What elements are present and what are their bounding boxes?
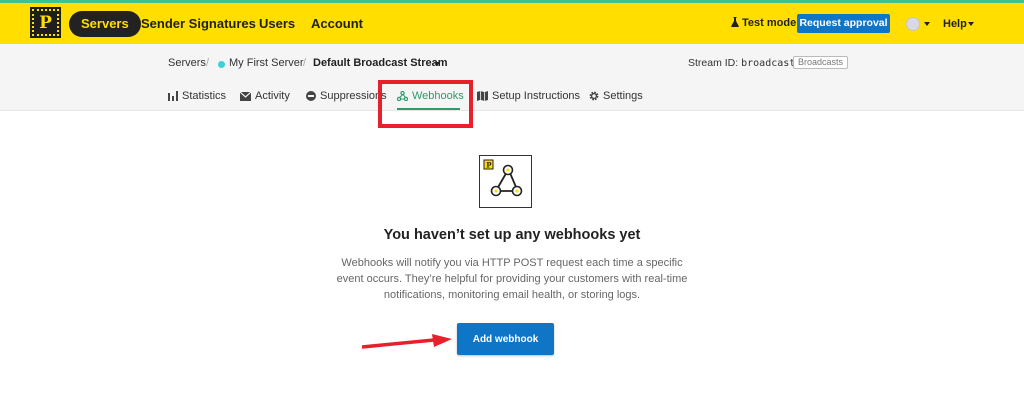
tab-settings[interactable]: Settings: [589, 90, 643, 102]
tab-suppressions[interactable]: Suppressions: [306, 90, 387, 102]
postmark-logo[interactable]: P: [30, 7, 61, 38]
tab-label: Settings: [603, 90, 643, 102]
tab-setup-instructions[interactable]: Setup Instructions: [477, 90, 580, 102]
breadcrumb-separator: /: [206, 57, 210, 69]
stream-type-badge: Broadcasts: [793, 56, 849, 69]
add-webhook-button[interactable]: Add webhook: [457, 323, 554, 355]
flask-icon: [731, 17, 739, 27]
nav-servers[interactable]: Servers: [69, 11, 141, 37]
chevron-down-icon[interactable]: [968, 22, 974, 26]
empty-state-title: You haven’t set up any webhooks yet: [383, 227, 641, 243]
top-navbar: P Servers Sender Signatures Users Accoun…: [0, 0, 1024, 44]
gear-icon: [589, 91, 599, 101]
tab-statistics[interactable]: Statistics: [168, 90, 226, 102]
tab-label: Activity: [255, 90, 290, 102]
webhook-illustration: P: [479, 155, 532, 208]
envelope-icon: [240, 91, 251, 101]
block-icon: [306, 91, 316, 101]
chevron-down-icon[interactable]: [434, 62, 440, 66]
breadcrumb-server[interactable]: My First Server: [229, 57, 304, 69]
test-mode-indicator[interactable]: Test mode: [731, 17, 796, 29]
stream-id-value: broadcast: [741, 58, 796, 69]
server-header: Servers / My First Server / Default Broa…: [0, 44, 1024, 111]
breadcrumb-separator: /: [303, 57, 307, 69]
help-menu[interactable]: Help: [943, 18, 967, 30]
avatar[interactable]: [906, 17, 920, 31]
stream-id-label: Stream ID:: [688, 57, 739, 69]
annotation-arrow-icon: [362, 334, 452, 349]
nav-account[interactable]: Account: [311, 11, 363, 37]
tab-label: Setup Instructions: [492, 90, 581, 102]
nav-users[interactable]: Users: [259, 11, 295, 37]
help-label: Help: [943, 18, 967, 30]
tab-label: Statistics: [182, 90, 227, 102]
map-icon: [477, 91, 488, 101]
nav-sender-signatures[interactable]: Sender Signatures: [141, 11, 256, 37]
test-mode-label: Test mode: [742, 17, 797, 29]
breadcrumb-servers[interactable]: Servers: [168, 57, 206, 69]
webhook-illustration-icon: P: [483, 159, 523, 197]
bar-chart-icon: [168, 91, 178, 101]
tab-activity[interactable]: Activity: [240, 90, 290, 102]
chevron-down-icon[interactable]: [924, 22, 930, 26]
empty-state-description: Webhooks will notify you via HTTP POST r…: [336, 257, 688, 301]
breadcrumb-stream[interactable]: Default Broadcast Stream: [313, 57, 448, 69]
request-approval-button[interactable]: Request approval: [797, 14, 890, 33]
server-color-dot: [218, 61, 225, 68]
tab-label: Suppressions: [320, 90, 387, 102]
logo-letter: P: [39, 12, 52, 33]
stream-id: Stream ID: broadcast: [688, 57, 795, 69]
svg-text:P: P: [486, 161, 492, 170]
annotation-highlight-box: [378, 80, 473, 128]
